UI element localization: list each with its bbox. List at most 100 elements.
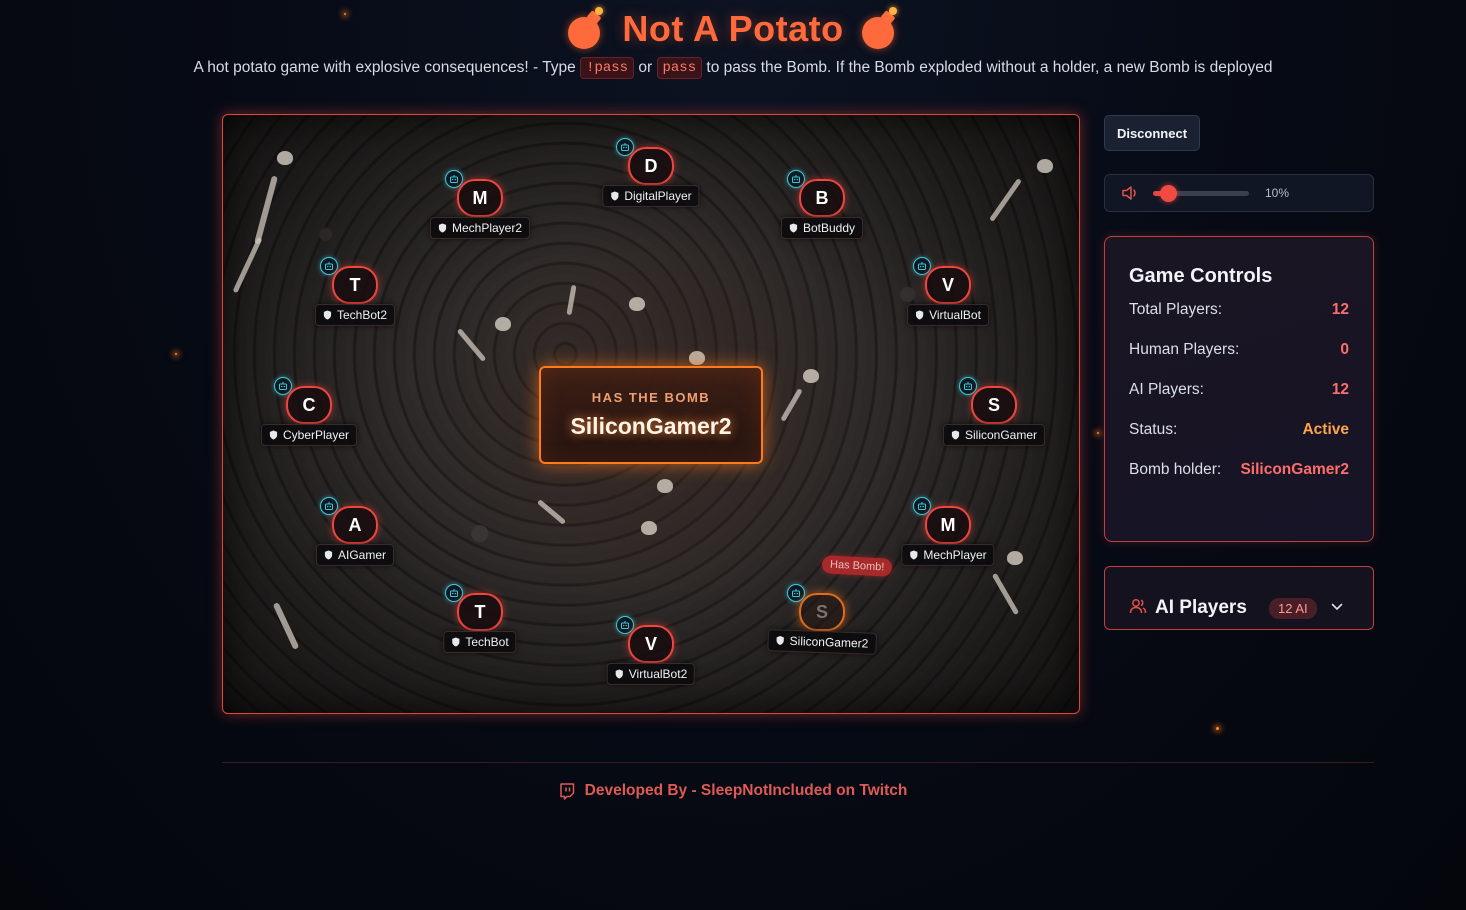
shield-icon: [915, 310, 924, 320]
player-token[interactable]: T TechBot: [420, 584, 540, 673]
player-token[interactable]: V VirtualBot2: [591, 616, 711, 705]
player-name-tag: SiliconGamer2: [767, 629, 877, 655]
player-name-tag: DigitalPlayer: [602, 185, 700, 207]
skull-decoration: [641, 521, 657, 535]
volume-value: 10%: [1265, 186, 1290, 200]
skull-decoration: [629, 297, 645, 311]
skull-decoration: [1007, 551, 1023, 565]
player-avatar: T: [332, 266, 378, 304]
player-avatar: S: [971, 386, 1017, 424]
bomb-icon: [566, 7, 606, 49]
player-token[interactable]: T TechBot2: [295, 257, 415, 346]
player-name-tag: SiliconGamer: [942, 424, 1046, 446]
player-avatar: M: [457, 179, 503, 217]
ember: [175, 353, 177, 355]
player-token[interactable]: D DigitalPlayer: [591, 138, 711, 227]
stat-status: Status: Active: [1129, 421, 1349, 438]
bomb-box-label: HAS THE BOMB: [591, 390, 711, 405]
app-title: Not A Potato: [622, 8, 844, 49]
skull-decoration: [657, 479, 673, 493]
ai-players-title: AI Players: [1155, 597, 1247, 618]
ai-count-badge: 12 AI: [1269, 598, 1317, 619]
player-avatar: A: [332, 506, 378, 544]
cmd-pass-bang: !pass: [580, 57, 635, 79]
player-token[interactable]: S SiliconGamer: [934, 377, 1054, 466]
shield-icon: [323, 310, 332, 320]
player-avatar: D: [628, 147, 674, 185]
skull-decoration: [277, 151, 293, 165]
volume-control: 10%: [1104, 174, 1374, 212]
skull-decoration: [803, 369, 819, 383]
player-token[interactable]: B BotBuddy: [762, 170, 882, 259]
player-avatar: V: [628, 625, 674, 663]
subtitle: A hot potato game with explosive consequ…: [0, 57, 1466, 79]
player-name-tag: VirtualBot2: [606, 663, 696, 685]
player-name-tag: TechBot2: [314, 304, 396, 326]
ai-players-panel[interactable]: AI Players 12 AI: [1104, 566, 1374, 630]
stat-human-players: Human Players: 0: [1129, 341, 1349, 358]
player-name-tag: CyberPlayer: [260, 424, 358, 446]
game-arena: HAS THE BOMB SiliconGamer2 D DigitalPlay…: [222, 114, 1080, 714]
shield-icon: [269, 430, 278, 440]
bomb-icon: [860, 7, 900, 49]
player-avatar: T: [457, 593, 503, 631]
stat-ai-players: AI Players: 12: [1129, 381, 1349, 398]
shield-icon: [951, 430, 960, 440]
shield-icon: [611, 191, 619, 201]
speaker-icon[interactable]: [1121, 185, 1141, 201]
stat-bomb-holder: Bomb holder: SiliconGamer2: [1129, 461, 1349, 478]
player-avatar: C: [286, 386, 332, 424]
player-name-tag: AIGamer: [315, 544, 395, 566]
footer-credit-link[interactable]: Developed By - SleepNotIncluded on Twitc…: [585, 782, 908, 800]
volume-slider-thumb[interactable]: [1159, 185, 1177, 202]
bone-decoration: [536, 499, 567, 525]
game-controls-title: Game Controls: [1129, 265, 1273, 287]
shield-icon: [615, 669, 623, 679]
footer: Developed By - SleepNotIncluded on Twitc…: [0, 782, 1466, 800]
subtitle-suffix: to pass the Bomb. If the Bomb exploded w…: [706, 59, 1273, 76]
shield-icon: [776, 636, 784, 646]
twitch-icon: [559, 782, 574, 800]
users-icon: [1129, 599, 1147, 614]
bomb-holder-name: SiliconGamer2: [570, 413, 732, 439]
footer-divider: [222, 762, 1374, 763]
shield-icon: [910, 550, 918, 560]
player-token[interactable]: M MechPlayer2: [420, 170, 540, 259]
player-name-tag: TechBot: [443, 631, 517, 653]
subtitle-or: or: [638, 59, 653, 76]
skull-decoration: [495, 317, 511, 331]
player-token[interactable]: A AIGamer: [295, 497, 415, 586]
cmd-pass: pass: [656, 57, 703, 79]
player-name-tag: MechPlayer: [901, 544, 995, 566]
game-controls-panel: Game Controls Total Players: 12 Human Pla…: [1104, 236, 1374, 542]
player-name-tag: BotBuddy: [780, 217, 864, 239]
shield-icon: [438, 223, 447, 233]
player-token[interactable]: C CyberPlayer: [249, 377, 369, 466]
shield-icon: [324, 550, 333, 560]
stat-total-players: Total Players: 12: [1129, 301, 1349, 318]
skull-decoration: [689, 351, 705, 365]
player-avatar: V: [925, 266, 971, 304]
player-name-tag: VirtualBot: [907, 304, 989, 326]
has-bomb-tag: Has Bomb!: [821, 555, 893, 577]
player-token-bomb-holder[interactable]: Has Bomb! S SiliconGamer2: [762, 555, 893, 673]
disconnect-button[interactable]: Disconnect: [1104, 115, 1200, 151]
player-token[interactable]: M MechPlayer: [888, 497, 1008, 586]
bone-decoration: [780, 388, 803, 422]
player-avatar: S: [799, 593, 845, 631]
shield-icon: [789, 223, 798, 233]
chevron-down-icon[interactable]: [1331, 603, 1343, 611]
skull-decoration: [1037, 159, 1053, 173]
ember: [1216, 727, 1219, 730]
header: Not A Potato: [0, 7, 1466, 50]
ember: [1097, 432, 1099, 434]
bone-decoration: [232, 236, 263, 294]
bone-decoration: [566, 284, 577, 316]
bone-decoration: [989, 178, 1022, 222]
player-token[interactable]: V VirtualBot: [888, 257, 1008, 346]
bone-decoration: [272, 602, 300, 650]
volume-slider[interactable]: [1153, 185, 1249, 202]
subtitle-prefix: A hot potato game with explosive consequ…: [193, 59, 576, 76]
bone-decoration: [254, 175, 278, 245]
player-name-tag: MechPlayer2: [429, 217, 531, 239]
